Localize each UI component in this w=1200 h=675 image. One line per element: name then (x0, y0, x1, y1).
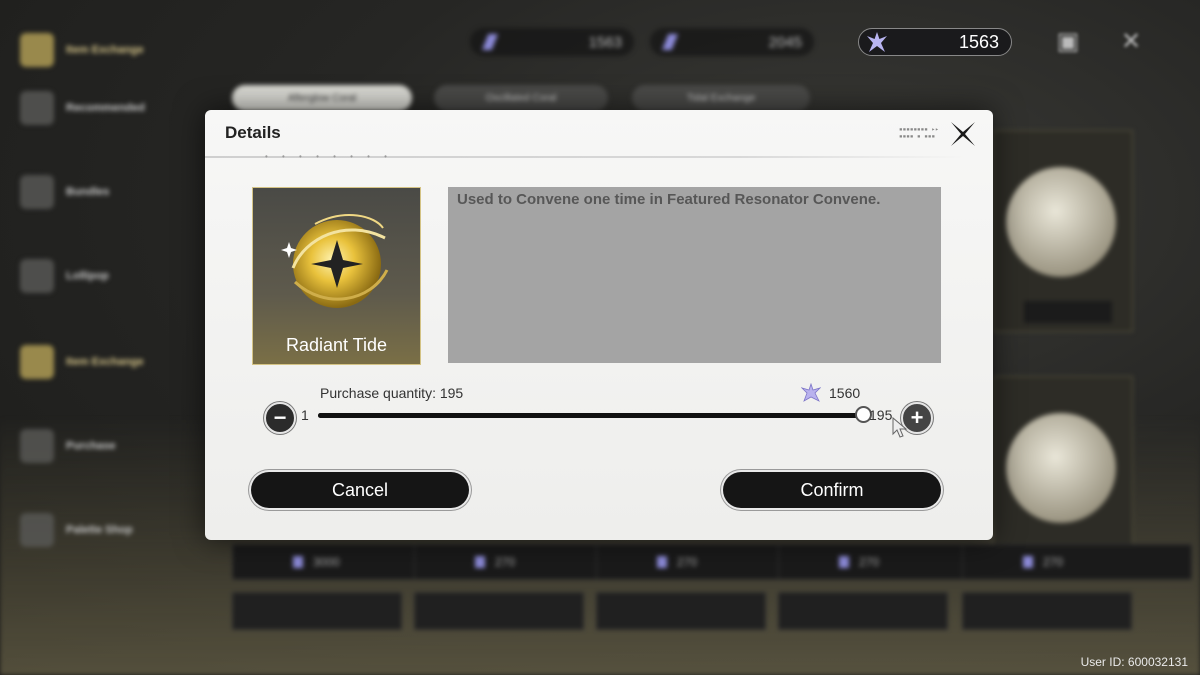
cost-value: 1560 (829, 385, 861, 401)
sidebar-item-label: Purchase (66, 440, 116, 452)
currency-value: 1563 (958, 31, 999, 52)
confirm-button[interactable]: Confirm (723, 472, 941, 508)
coral-icon (867, 32, 887, 52)
purchase-quantity-label: Purchase quantity: 195 (320, 385, 464, 401)
price-cell[interactable]: 270 (962, 544, 1192, 580)
close-button[interactable] (947, 118, 979, 150)
exchange-icon (20, 345, 54, 379)
quantity-max: 195 (869, 407, 893, 423)
decrease-quantity-button[interactable]: − (264, 402, 296, 434)
shop-slot[interactable] (596, 592, 766, 630)
bundles-icon (20, 175, 54, 209)
slider-fill (318, 413, 863, 418)
item-price (1024, 301, 1112, 323)
sidebar-item-palette-shop[interactable]: Palette Shop (20, 500, 210, 560)
sidebar-item-label: Palette Shop (66, 524, 133, 536)
decorative-text: ▪▪▪▪▪▪▪▪ ▸▸ ▪▪▪▪ ▪ ▪▪▪ (899, 126, 939, 140)
tab-afterglow-coral[interactable]: Afterglow Coral (232, 85, 412, 111)
currency-counter-1[interactable]: 1563 (470, 28, 634, 56)
quantity-slider[interactable] (318, 406, 872, 423)
sidebar-item-lollipop[interactable]: Lollipop (20, 246, 210, 306)
dialog-title: Details (225, 123, 281, 142)
tab-label: Tidal Exchange (686, 92, 756, 104)
sidebar-item-label: Bundles (66, 186, 110, 198)
quantity-min: 1 (301, 407, 309, 423)
price-value: 270 (495, 555, 516, 569)
currency-icon (475, 556, 485, 568)
price-value: 3000 (313, 555, 340, 569)
close-shop-icon[interactable]: ✕ (1117, 28, 1145, 56)
shop-slot[interactable] (232, 592, 402, 630)
pointer-icon (892, 416, 908, 438)
plus-icon: + (910, 405, 924, 430)
tab-label: Oscillated Coral (485, 92, 557, 104)
lollipop-icon (20, 259, 54, 293)
palette-icon (20, 513, 54, 547)
currency-value: 1563 (588, 33, 622, 51)
sidebar-item-purchase[interactable]: Purchase (20, 416, 210, 476)
sidebar-item-label: Item Exchange (66, 44, 144, 56)
currency-icon (839, 556, 849, 568)
crystal-icon (662, 34, 678, 50)
sidebar-item-item-exchange[interactable]: Item Exchange (20, 332, 210, 392)
coral-icon (801, 383, 821, 403)
x-icon (951, 122, 975, 146)
tab-tidal-exchange[interactable]: Tidal Exchange (632, 85, 810, 111)
minus-icon: − (273, 405, 287, 430)
cancel-button[interactable]: Cancel (251, 472, 469, 508)
sidebar-item-shop-title[interactable]: Item Exchange (20, 20, 210, 80)
confirm-label: Confirm (800, 479, 864, 500)
sidebar-item-label: Item Exchange (66, 356, 144, 368)
tab-label: Afterglow Coral (287, 92, 357, 104)
tab-oscillated-coral[interactable]: Oscillated Coral (434, 85, 608, 111)
shop-slot[interactable] (962, 592, 1132, 630)
currency-icon (1023, 556, 1033, 568)
user-id: User ID: 600032131 (1080, 655, 1188, 669)
item-frame: Radiant Tide (252, 187, 421, 365)
currency-counter-2[interactable]: 2045 (650, 28, 814, 56)
currency-counter-coral[interactable]: 1563 (858, 28, 1012, 56)
radiant-tide-icon (281, 214, 389, 308)
price-value: 270 (1043, 555, 1064, 569)
sidebar-item-bundles[interactable]: Bundles (20, 162, 210, 222)
purchase-icon (20, 429, 54, 463)
item-name: Radiant Tide (285, 335, 388, 355)
sidebar-item-label: Recommended (66, 102, 145, 114)
cancel-label: Cancel (331, 479, 389, 500)
total-cost: 1560 (801, 383, 860, 403)
layout-icon[interactable]: ▣ (1054, 28, 1082, 56)
sidebar-item-recommended[interactable]: Recommended (20, 78, 210, 138)
currency-value: 2045 (768, 33, 802, 51)
resonator-portrait (1006, 167, 1116, 277)
divider-dots: • • • • • • • • (265, 152, 393, 161)
resonator-portrait (1006, 413, 1116, 523)
shop-item-card[interactable] (993, 130, 1133, 332)
item-description: Used to Convene one time in Featured Res… (457, 191, 881, 208)
details-dialog: Details • • • • • • • • ▪▪▪▪▪▪▪▪ ▸▸ ▪▪▪▪ … (205, 110, 993, 540)
sidebar-item-label: Lollipop (66, 270, 109, 282)
recommended-icon (20, 91, 54, 125)
price-value: 270 (677, 555, 698, 569)
shop-slot[interactable] (414, 592, 584, 630)
currency-icon (657, 556, 667, 568)
price-value: 270 (859, 555, 880, 569)
shop-slot[interactable] (778, 592, 948, 630)
description-box: Used to Convene one time in Featured Res… (448, 187, 941, 363)
currency-icon (293, 556, 303, 568)
lunite-icon (482, 34, 498, 50)
shop-icon (20, 33, 54, 67)
